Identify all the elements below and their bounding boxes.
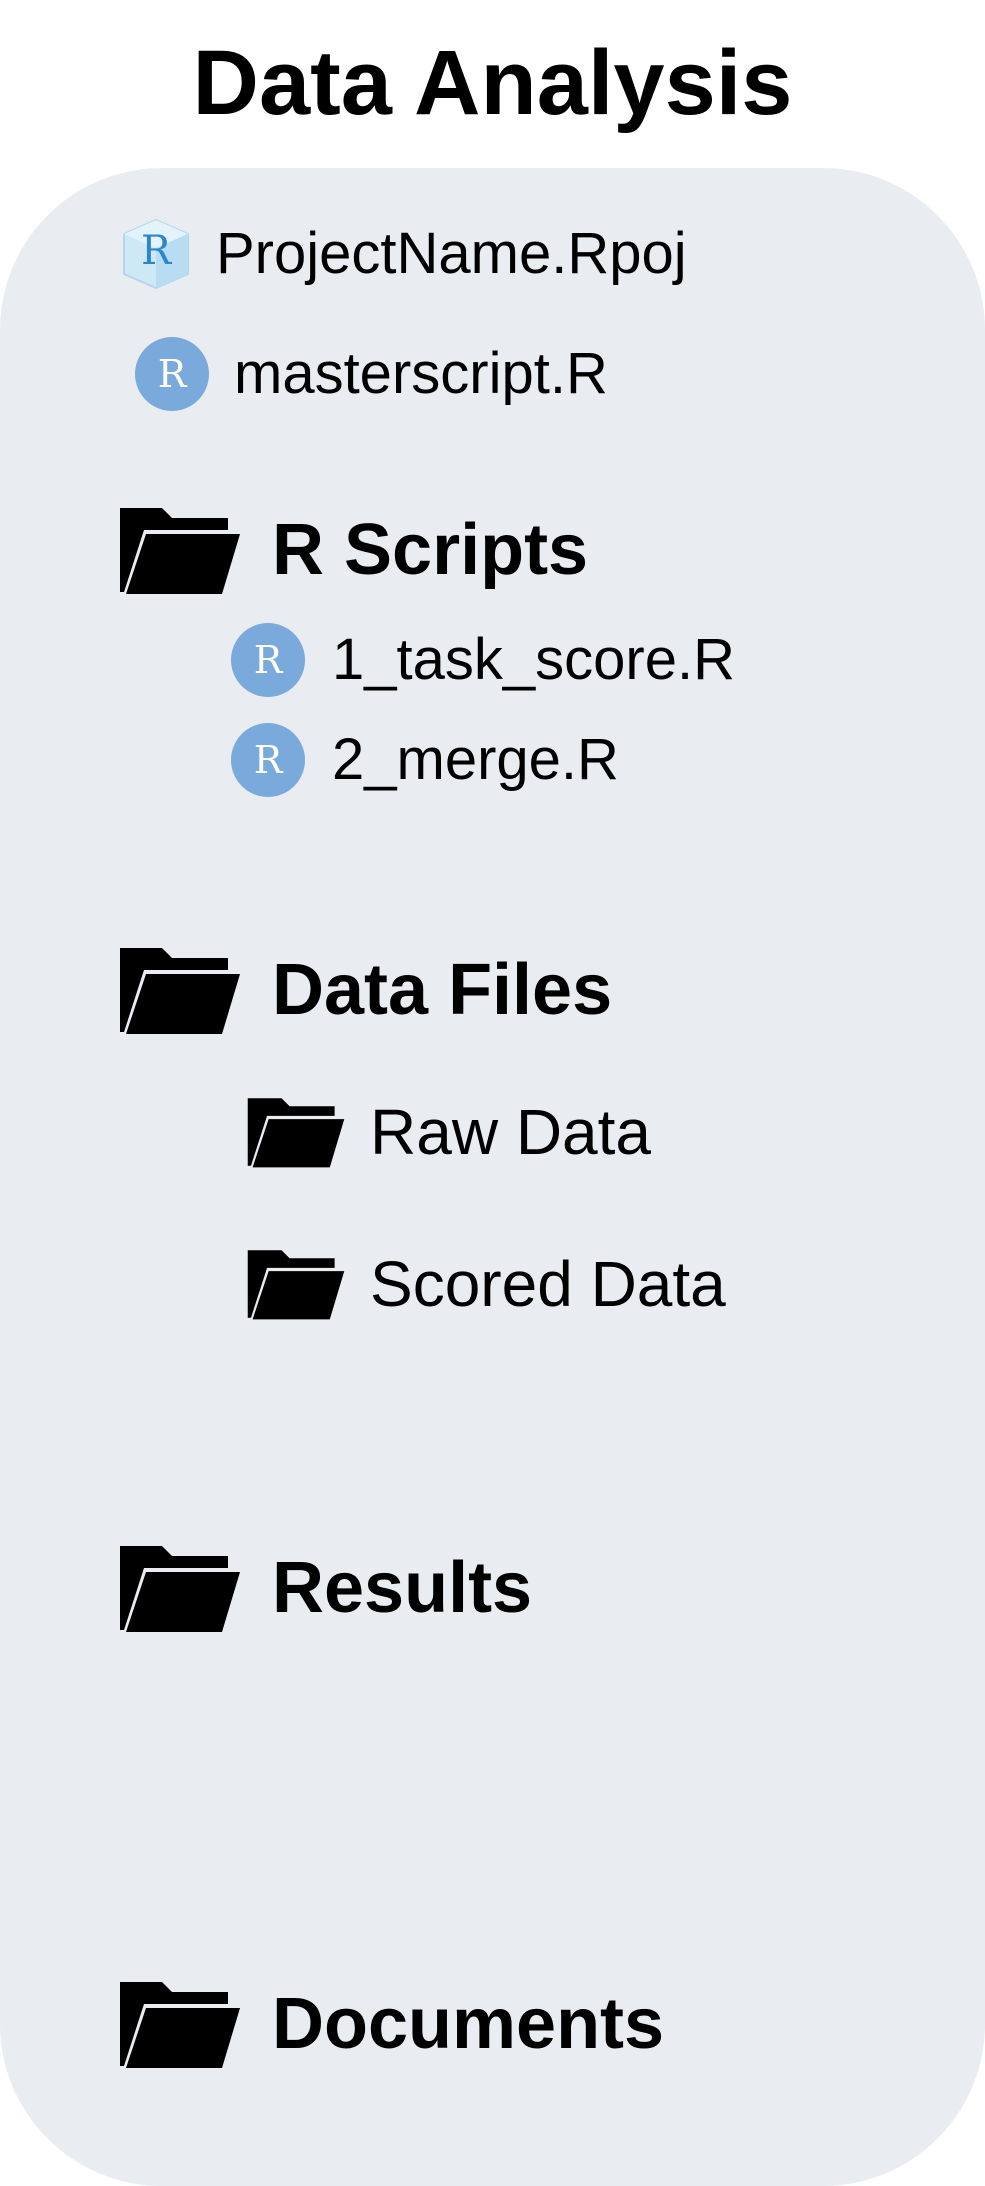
subfolder-label: Scored Data	[370, 1248, 726, 1320]
folder-open-icon	[247, 1250, 345, 1320]
svg-text:R: R	[141, 228, 173, 274]
folder-open-icon	[120, 508, 240, 594]
folder-label: Data Files	[272, 950, 613, 1030]
r-file-icon: R	[135, 337, 209, 411]
root-file-masterscript[interactable]: R masterscript.R	[134, 336, 608, 412]
file-merge[interactable]: R 2_merge.R	[230, 722, 619, 798]
svg-text:R: R	[254, 738, 284, 782]
folder-label: Results	[272, 1548, 533, 1628]
diagram-title: Data Analysis	[192, 32, 793, 134]
folder-documents[interactable]: Documents	[118, 1978, 664, 2070]
folder-open-icon	[247, 1098, 345, 1168]
r-file-icon: R	[231, 723, 305, 797]
folder-open-icon	[120, 948, 240, 1034]
folder-open-icon	[120, 1982, 240, 2068]
subfolder-scored-data[interactable]: Scored Data	[246, 1246, 726, 1322]
subfolder-label: Raw Data	[370, 1096, 651, 1168]
folder-label: Documents	[272, 1984, 665, 2064]
folder-open-icon	[120, 1546, 240, 1632]
r-file-icon: R	[231, 623, 305, 697]
folder-data-files[interactable]: Data Files	[118, 944, 612, 1036]
root-file-project[interactable]: R ProjectName.Rpoj	[118, 216, 687, 292]
subfolder-raw-data[interactable]: Raw Data	[246, 1094, 651, 1170]
file-label: 1_task_score.R	[332, 627, 735, 692]
r-project-cube-icon: R	[123, 218, 189, 290]
svg-text:R: R	[158, 352, 188, 396]
root-file-label: ProjectName.Rpoj	[216, 221, 687, 286]
root-file-label: masterscript.R	[234, 341, 608, 406]
file-task-score[interactable]: R 1_task_score.R	[230, 622, 735, 698]
folder-results[interactable]: Results	[118, 1542, 532, 1634]
file-label: 2_merge.R	[332, 727, 619, 792]
svg-text:R: R	[254, 638, 284, 682]
folder-label: R Scripts	[272, 510, 589, 590]
project-folder-panel: R ProjectName.Rpoj R masterscript.R R Sc…	[0, 168, 985, 2186]
folder-r-scripts[interactable]: R Scripts	[118, 504, 588, 596]
